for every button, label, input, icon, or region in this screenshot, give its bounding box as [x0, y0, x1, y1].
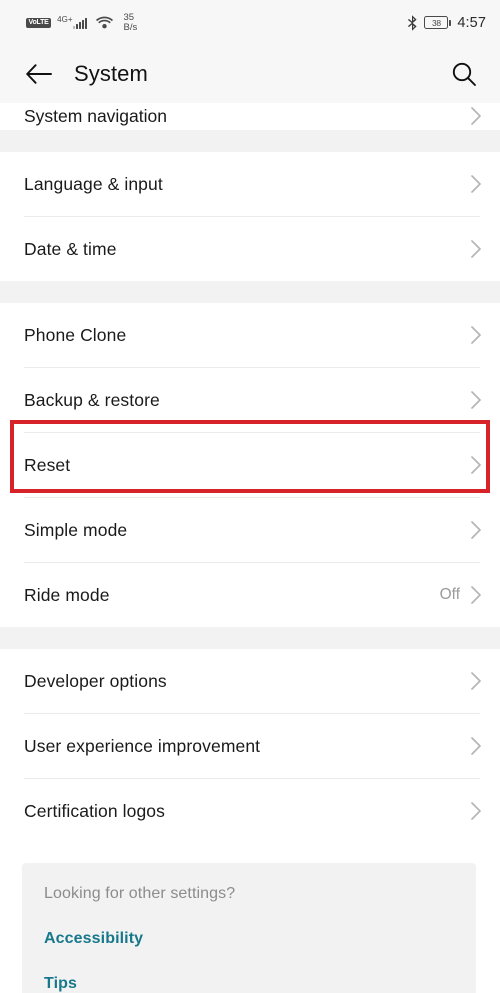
list-item-date-time[interactable]: Date & time — [0, 217, 500, 281]
list-item-label: Simple mode — [24, 519, 128, 540]
signal-strength-bars — [73, 17, 88, 29]
bluetooth-icon — [407, 14, 418, 31]
list-item-phone-clone[interactable]: Phone Clone — [0, 303, 500, 367]
app-bar: System — [0, 45, 500, 103]
list-item-label: System navigation — [24, 105, 167, 126]
settings-group-backup-reset: Phone Clone Backup & restore Reset Simpl… — [0, 303, 500, 627]
back-arrow-icon[interactable] — [22, 57, 56, 91]
other-settings-title: Looking for other settings? — [44, 885, 236, 902]
signal-bars-icon: 4G+ — [57, 15, 88, 29]
battery-icon: 38 — [424, 16, 452, 29]
chevron-right-icon — [470, 390, 482, 410]
status-bar-right: 38 4:57 — [407, 15, 486, 31]
chevron-right-icon — [470, 585, 482, 605]
chevron-right-icon — [470, 239, 482, 259]
list-item-reset[interactable]: Reset — [0, 433, 500, 497]
list-item-value: Off — [439, 586, 460, 603]
list-item-label: Backup & restore — [24, 389, 160, 410]
list-item-label: Developer options — [24, 670, 167, 691]
list-item-label: Phone Clone — [24, 324, 127, 345]
status-bar-left: VoLTE 4G+ 35 B/s — [26, 11, 138, 33]
list-item-label: Certification logos — [24, 800, 165, 821]
list-item-certification-logos[interactable]: Certification logos — [0, 779, 500, 843]
wifi-icon — [96, 16, 114, 29]
list-item-label: User experience improvement — [24, 735, 261, 756]
chevron-right-icon — [470, 174, 482, 194]
search-icon[interactable] — [446, 56, 482, 92]
phone-screen: VoLTE 4G+ 35 B/s 38 4:57 System System n… — [0, 0, 500, 993]
chevron-right-icon — [470, 455, 482, 475]
chevron-right-icon — [470, 801, 482, 821]
chevron-right-icon — [470, 325, 482, 345]
list-item-simple-mode[interactable]: Simple mode — [0, 498, 500, 562]
page-title: System — [74, 61, 148, 86]
list-item-ride-mode[interactable]: Ride mode Off — [0, 563, 500, 627]
settings-group-navigation: System navigation — [0, 103, 500, 130]
list-item-label: Reset — [24, 454, 71, 475]
list-item-user-experience-improvement[interactable]: User experience improvement — [0, 714, 500, 778]
chevron-right-icon — [470, 671, 482, 691]
list-item-label: Language & input — [24, 173, 163, 194]
volte-icon: VoLTE — [26, 17, 52, 28]
other-settings-card: Looking for other settings? Accessibilit… — [22, 863, 476, 993]
settings-group-language-time: Language & input Date & time — [0, 152, 500, 281]
status-bar-clock: 4:57 — [457, 14, 486, 31]
group-separator — [0, 281, 500, 303]
chevron-right-icon — [470, 736, 482, 756]
settings-list[interactable]: System navigation Language & input Date … — [0, 103, 500, 993]
status-bar: VoLTE 4G+ 35 B/s 38 4:57 — [0, 0, 500, 45]
list-item-language-input[interactable]: Language & input — [0, 152, 500, 216]
settings-group-developer: Developer options User experience improv… — [0, 649, 500, 843]
link-tips[interactable]: Tips — [44, 975, 476, 993]
group-separator — [0, 627, 500, 649]
list-item-backup-restore[interactable]: Backup & restore — [0, 368, 500, 432]
data-rate: 35 B/s — [123, 11, 138, 33]
list-item[interactable]: System navigation — [0, 103, 500, 130]
group-separator — [0, 130, 500, 152]
list-item-label: Ride mode — [24, 584, 110, 605]
chevron-right-icon — [470, 106, 482, 126]
chevron-right-icon — [470, 520, 482, 540]
link-accessibility[interactable]: Accessibility — [44, 930, 476, 948]
list-item-developer-options[interactable]: Developer options — [0, 649, 500, 713]
list-item-label: Date & time — [24, 238, 117, 259]
